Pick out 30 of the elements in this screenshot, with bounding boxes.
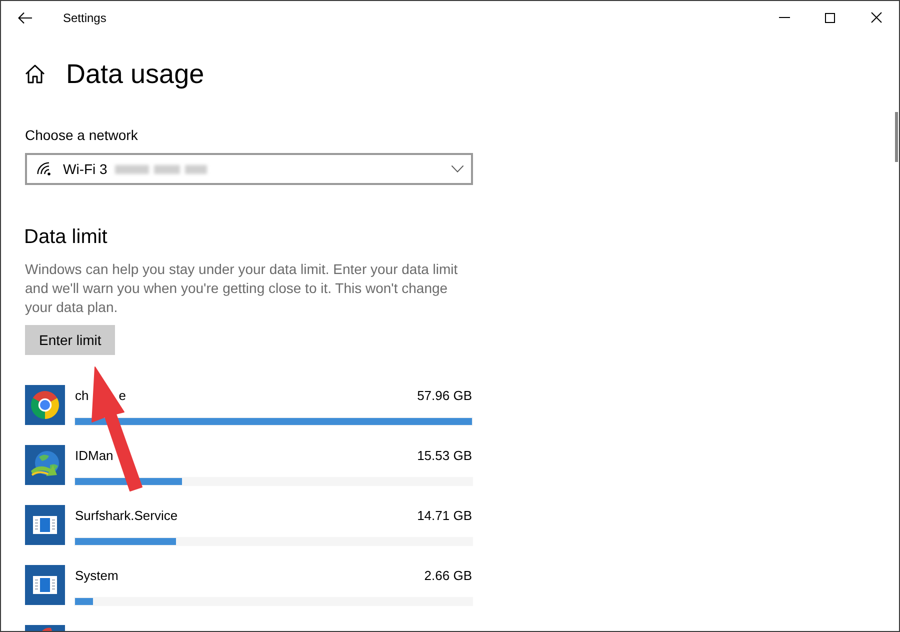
scrollbar-thumb[interactable] xyxy=(895,112,898,162)
home-icon xyxy=(25,64,45,84)
tricolor-circle-app-icon xyxy=(25,385,65,425)
network-dropdown[interactable]: Wi-Fi 3 xyxy=(25,153,473,185)
enter-limit-button[interactable]: Enter limit xyxy=(25,325,116,355)
section-heading: Data limit xyxy=(24,225,108,250)
window-title: Settings xyxy=(63,10,106,24)
data-usage-amount: 57.96 GB xyxy=(417,388,472,403)
app-name: IDMan xyxy=(75,448,114,463)
app-icon xyxy=(25,625,65,631)
data-usage-amount: 2.66 GB xyxy=(424,568,472,583)
section-description: Windows can help you stay under your data limit. Enter your data limit and we'll warn you when you're getting close to it. This won't change your data plan. xyxy=(25,260,459,317)
globe-download-icon xyxy=(25,445,65,485)
app-name: e xyxy=(118,388,126,403)
maximize-icon xyxy=(825,12,835,22)
field-label: Choose a network xyxy=(25,126,138,145)
wifi-icon xyxy=(37,162,51,176)
data-usage-amount: 14.71 GB xyxy=(417,508,472,523)
page-title: Data usage xyxy=(66,58,204,91)
home-button[interactable] xyxy=(25,64,45,84)
data-usage-amount: 15.53 GB xyxy=(417,448,472,463)
close-icon xyxy=(870,12,882,23)
app-name: System xyxy=(75,568,118,583)
app-window-icon xyxy=(25,565,65,605)
app-window-icon xyxy=(25,505,65,545)
app-name: ch xyxy=(75,388,89,403)
chevron-down-icon xyxy=(451,165,464,173)
minimize-icon xyxy=(778,17,790,18)
back-arrow-icon xyxy=(18,12,32,24)
app-name: Surfshark.Service xyxy=(75,508,178,523)
